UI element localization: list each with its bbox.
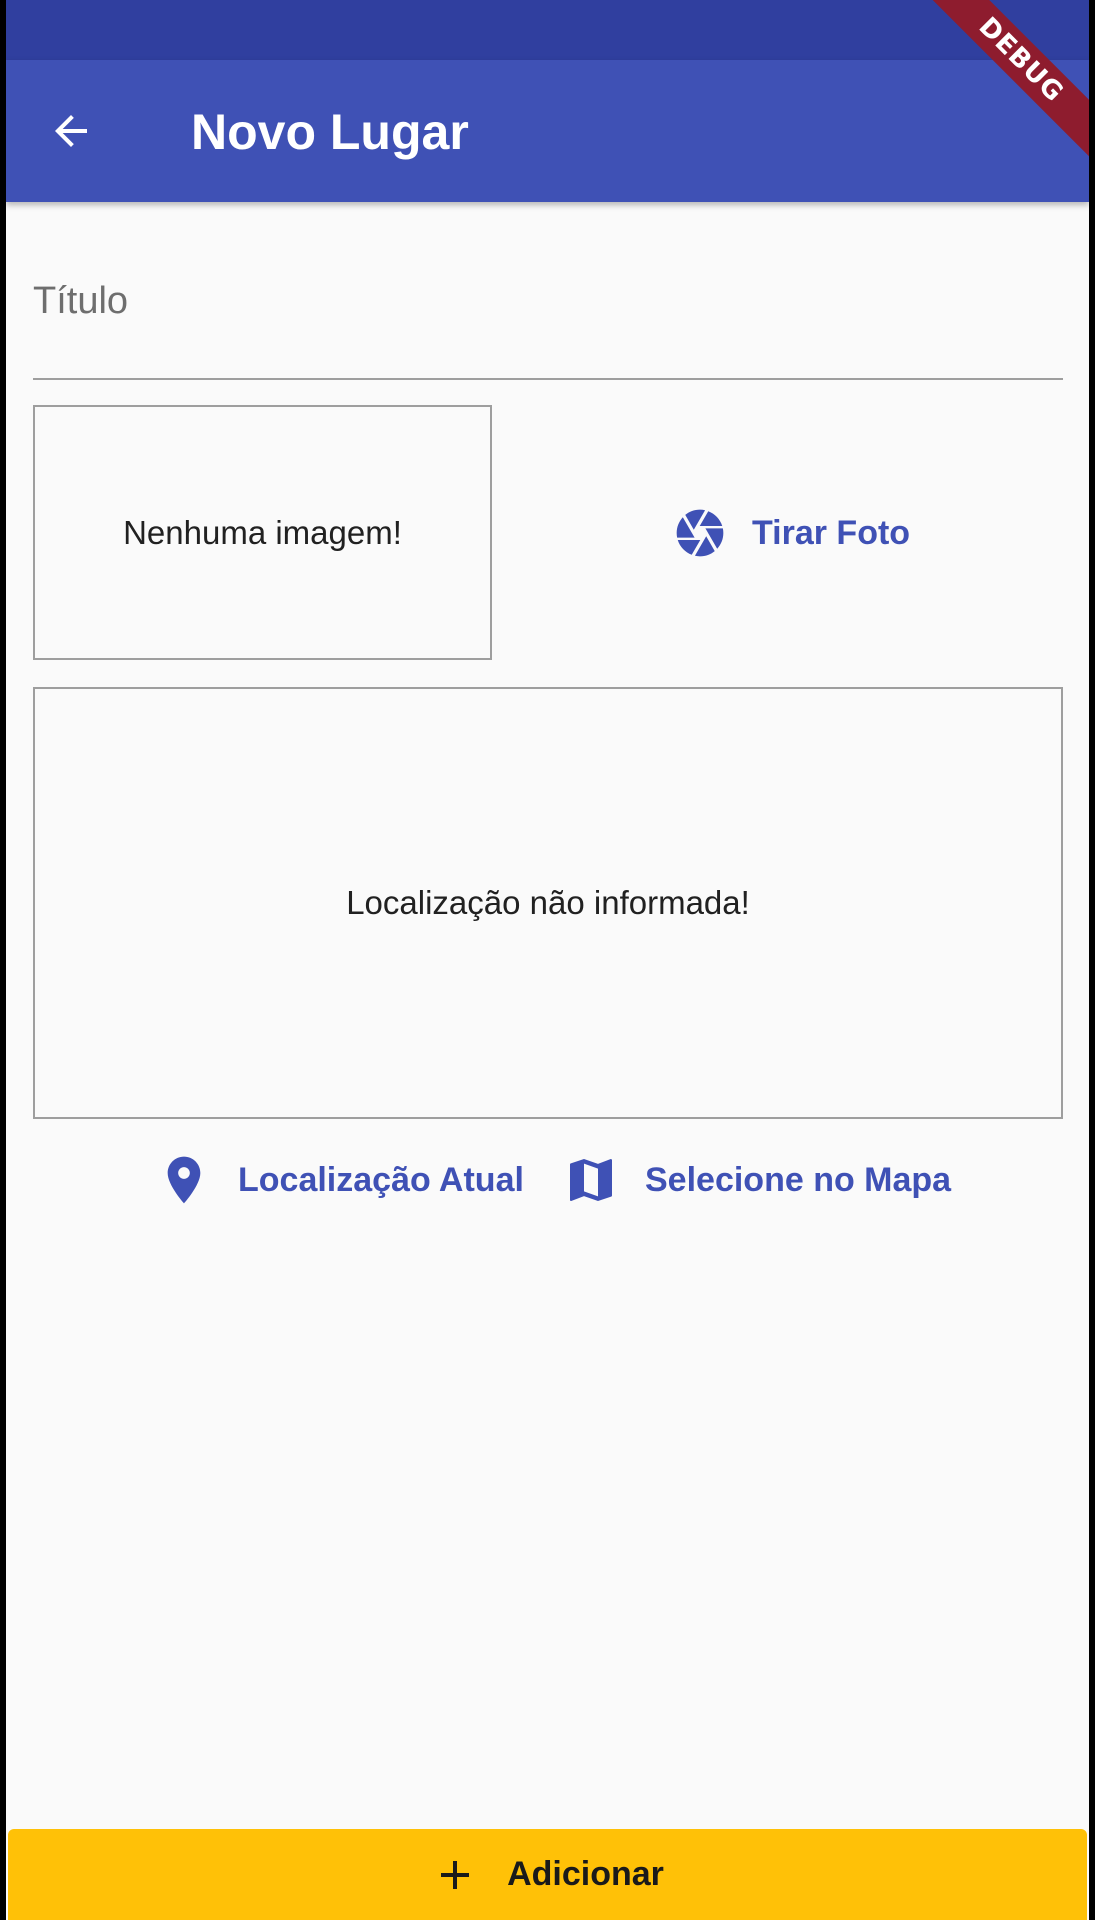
take-photo-label: Tirar Foto (752, 513, 911, 552)
page-title: Novo Lugar (191, 104, 469, 160)
add-button-label: Adicionar (507, 1855, 664, 1893)
back-button[interactable] (36, 96, 106, 166)
title-input-placeholder: Título (33, 280, 129, 322)
image-preview: Nenhuma imagem! (33, 405, 492, 660)
location-pin-icon (167, 1156, 201, 1204)
arrow-back-icon (55, 115, 87, 147)
location-preview-text: Localização não informada! (346, 884, 750, 921)
location-preview: Localização não informada! (33, 687, 1063, 1119)
plus-icon (441, 1860, 470, 1889)
map-icon (570, 1159, 612, 1201)
current-location-label: Localização Atual (238, 1160, 524, 1199)
select-on-map-button[interactable]: Selecione no Mapa (563, 1148, 951, 1212)
add-button[interactable]: Adicionar (8, 1829, 1087, 1920)
status-bar (6, 0, 1089, 60)
location-actions: Localização Atual Selecione no Mapa (6, 1148, 1089, 1212)
image-preview-text: Nenhuma imagem! (123, 513, 402, 551)
take-photo-button[interactable]: Tirar Foto (672, 500, 910, 566)
title-input[interactable]: Título (33, 250, 1063, 380)
camera-aperture-icon (676, 509, 724, 557)
select-on-map-label: Selecione no Mapa (645, 1160, 952, 1199)
app-screen: Novo Lugar DEBUG Título Nenhuma imagem! … (6, 0, 1089, 1920)
app-bar: Novo Lugar (6, 60, 1089, 202)
current-location-button[interactable]: Localização Atual (156, 1148, 524, 1212)
